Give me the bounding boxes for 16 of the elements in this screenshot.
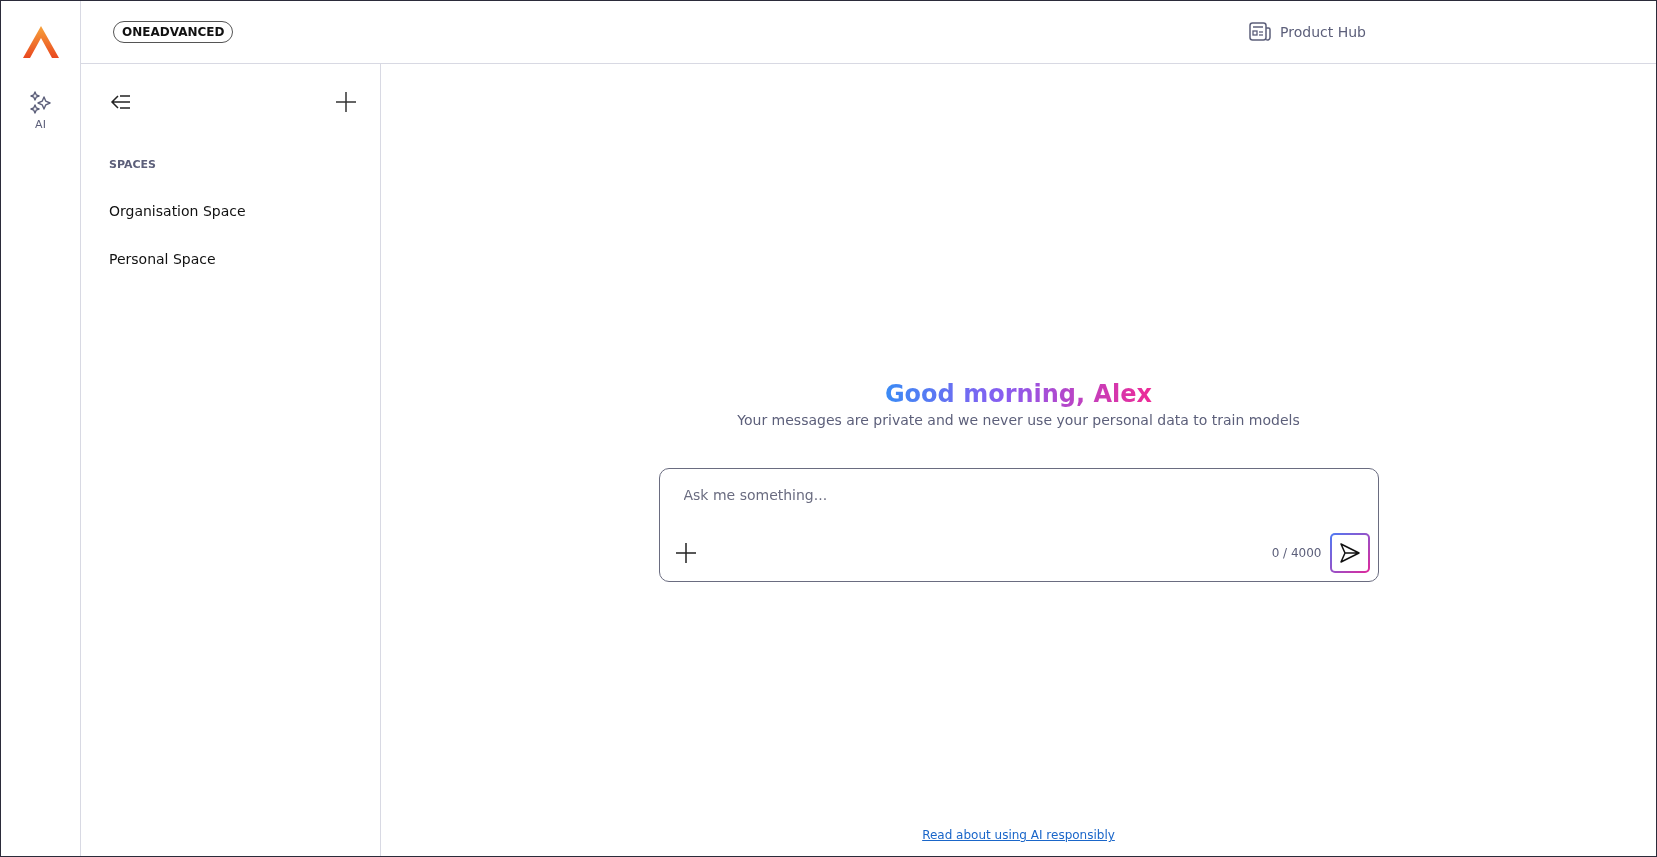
send-icon xyxy=(1337,541,1362,565)
attach-button[interactable] xyxy=(673,541,698,565)
sparkles-icon xyxy=(28,90,53,114)
logo-icon xyxy=(22,26,59,58)
responsible-ai-link[interactable]: Read about using AI responsibly xyxy=(922,828,1115,842)
character-counter: 0 / 4000 xyxy=(1271,546,1322,560)
space-link[interactable]: Organisation Space xyxy=(109,203,358,219)
news-icon xyxy=(1249,22,1272,42)
section-heading: SPACES xyxy=(109,158,157,171)
greeting-heading: Good morning, Alex xyxy=(884,380,1153,408)
privacy-note: Your messages are private and we never use your personal data to train models xyxy=(737,412,1300,428)
add-space-button[interactable] xyxy=(334,90,358,114)
ai-nav-item[interactable]: AI xyxy=(22,88,59,133)
product-hub-link[interactable]: Product Hub xyxy=(1249,22,1366,42)
space-link[interactable]: Personal Space xyxy=(109,251,358,267)
send-button[interactable] xyxy=(1329,533,1370,573)
